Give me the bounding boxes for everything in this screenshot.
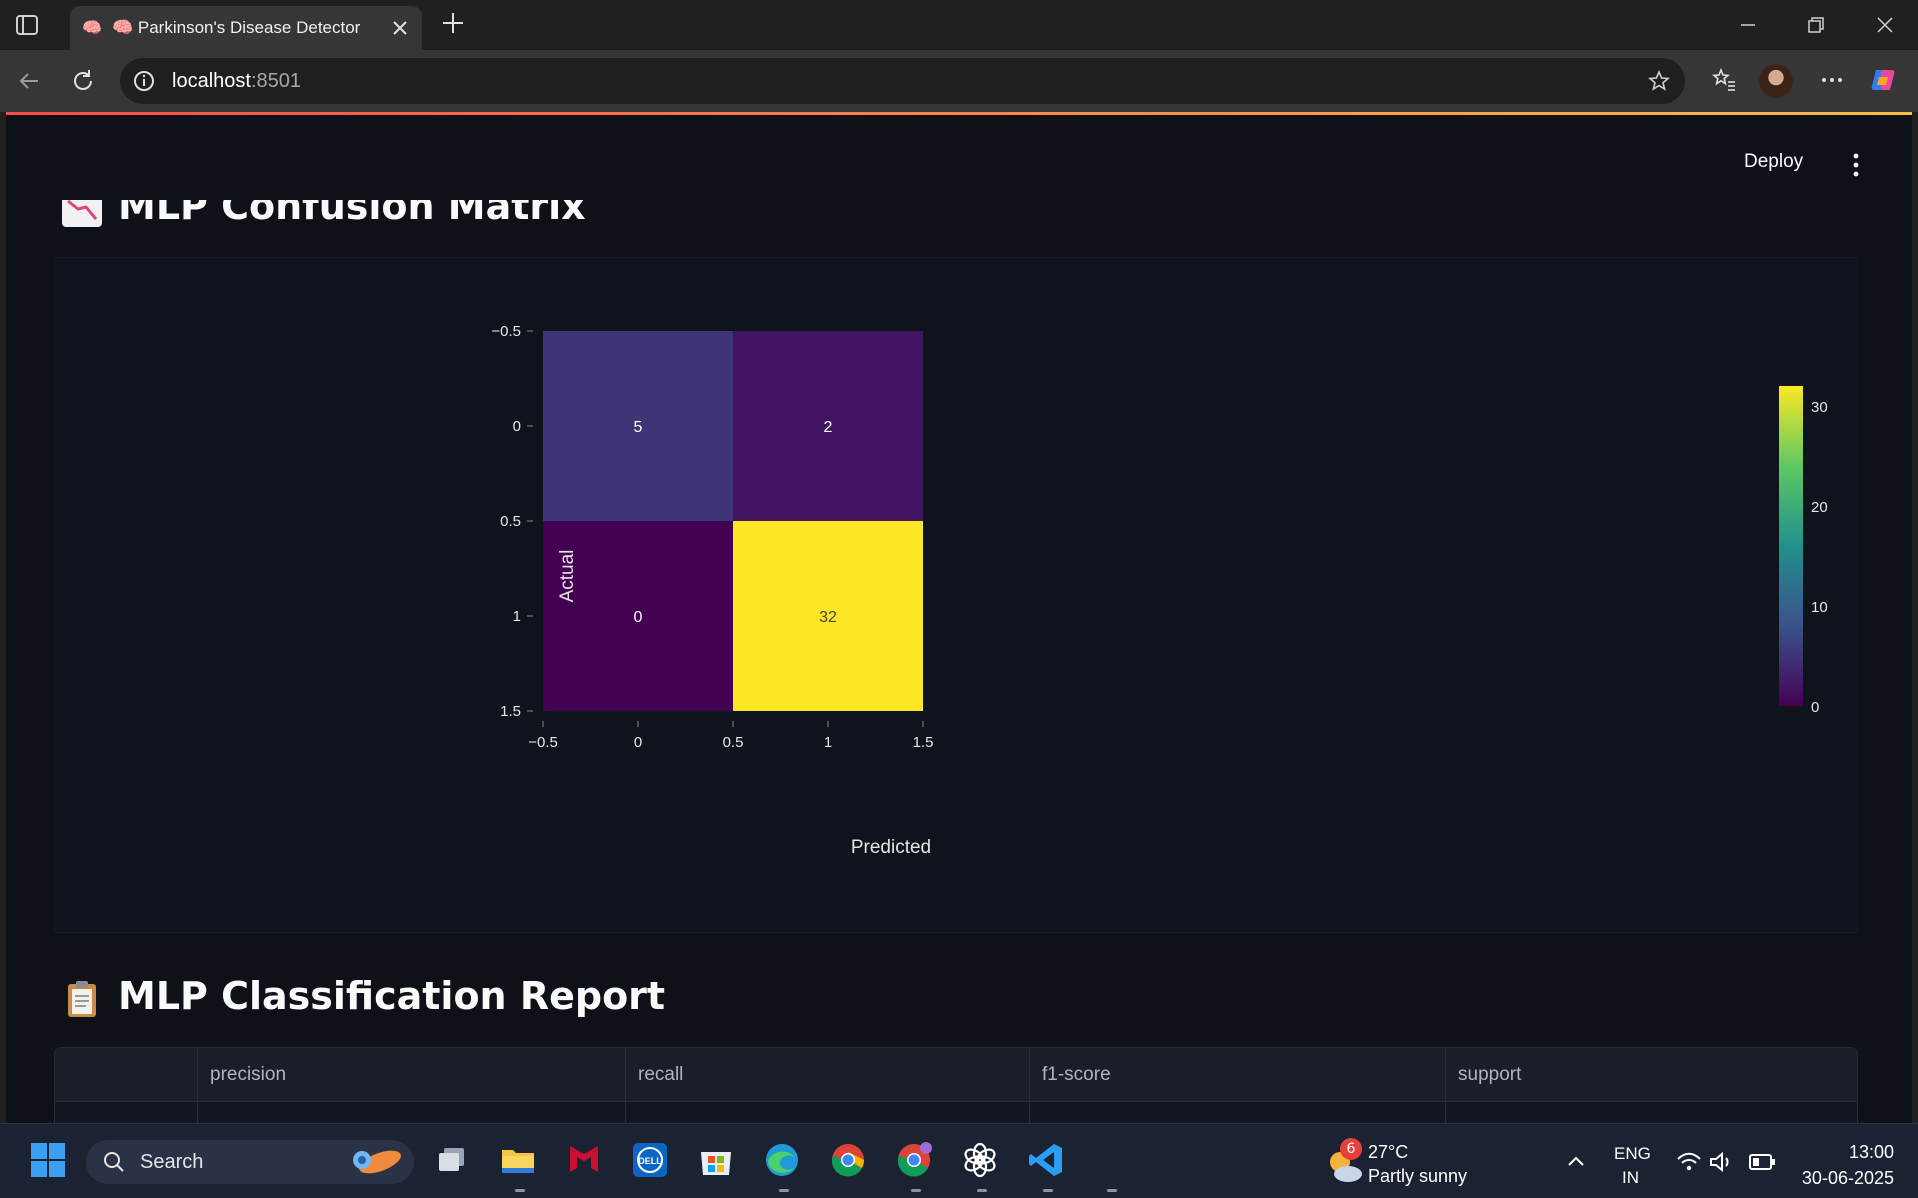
- running-indicator: [515, 1189, 525, 1192]
- heatmap-svg: 5 20 32 −0.5 0 0.5 1 1.5 −0.500.511.5 Predicte…: [491, 323, 1828, 858]
- battery-icon[interactable]: [1748, 1152, 1776, 1172]
- language-line2[interactable]: IN: [1622, 1168, 1639, 1188]
- more-options-icon[interactable]: [1817, 65, 1847, 95]
- cell-value-label: 0: [634, 609, 643, 626]
- favorites-icon[interactable]: [1709, 65, 1739, 95]
- refresh-icon[interactable]: [68, 66, 98, 96]
- tab-emoji-icon: 🧠: [112, 18, 138, 37]
- back-arrow-icon[interactable]: [14, 66, 44, 96]
- site-info-icon[interactable]: [132, 69, 156, 93]
- close-tab-icon[interactable]: [390, 18, 410, 38]
- colorbar-tick-label: 30: [1811, 399, 1828, 416]
- edge-browser-icon[interactable]: [762, 1140, 802, 1180]
- chrome-icon[interactable]: [828, 1140, 868, 1180]
- y-tick-label: 0: [513, 418, 521, 435]
- copilot-icon[interactable]: [1868, 65, 1898, 95]
- y-tick-label: 1: [513, 608, 521, 625]
- url-host: localhost: [172, 70, 251, 92]
- url-text: localhost:8501: [172, 70, 301, 92]
- tab-title: Parkinson's Disease Detector: [137, 18, 361, 37]
- microsoft-store-icon[interactable]: [696, 1140, 736, 1180]
- running-indicator: [779, 1189, 789, 1192]
- browser-tab-bar: 🧠 🧠 Parkinson's Disease Detector: [0, 0, 1918, 50]
- restore-icon[interactable]: [1803, 12, 1829, 38]
- y-axis-title: Actual: [557, 550, 578, 603]
- column-header-recall[interactable]: recall: [638, 1064, 683, 1086]
- main-menu-icon[interactable]: [1851, 153, 1861, 177]
- close-window-icon[interactable]: [1872, 12, 1898, 38]
- profile-avatar[interactable]: [1759, 64, 1793, 98]
- column-support[interactable]: support: [1445, 1048, 1857, 1123]
- volume-icon[interactable]: [1708, 1150, 1734, 1174]
- x-axis-title: Predicted: [851, 837, 931, 858]
- brain-icon: 🧠: [82, 18, 102, 37]
- cell-value-label: 32: [819, 609, 837, 626]
- sidebar-toggle-icon[interactable]: [14, 12, 40, 38]
- minimize-icon[interactable]: [1735, 12, 1761, 38]
- browser-tab[interactable]: 🧠 🧠 Parkinson's Disease Detector: [70, 6, 422, 50]
- colorbar-tick-label: 20: [1811, 499, 1828, 516]
- search-highlight-icon: [353, 1150, 401, 1174]
- task-view-icon[interactable]: [432, 1140, 472, 1180]
- mcafee-icon[interactable]: [564, 1140, 604, 1180]
- search-icon: [104, 1152, 124, 1172]
- clock-date[interactable]: 30-06-2025: [1798, 1168, 1894, 1189]
- cell-value-label: 2: [824, 419, 833, 436]
- deploy-button[interactable]: Deploy: [1744, 151, 1803, 173]
- classification-report-table[interactable]: precision recall f1-score support: [54, 1047, 1858, 1123]
- language-line1[interactable]: ENG: [1614, 1144, 1651, 1164]
- column-precision[interactable]: precision: [197, 1048, 625, 1123]
- colorbar-tick-label: 10: [1811, 599, 1828, 616]
- colorbar: [1779, 386, 1803, 706]
- chatgpt-icon[interactable]: [960, 1140, 1000, 1180]
- app-header: Deploy: [6, 115, 1912, 200]
- running-indicator: [911, 1189, 921, 1192]
- x-tick-label: −0.5: [528, 734, 558, 751]
- chrome-profile-icon[interactable]: [894, 1140, 934, 1180]
- clock-time[interactable]: 13:00: [1798, 1142, 1894, 1163]
- address-toolbar: localhost:8501: [0, 50, 1918, 112]
- column-header-f1-score[interactable]: f1-score: [1042, 1064, 1111, 1086]
- running-indicator: [1107, 1189, 1117, 1192]
- taskbar-search[interactable]: Search: [86, 1140, 414, 1184]
- dell-icon[interactable]: DELL: [630, 1140, 670, 1180]
- favorite-star-icon[interactable]: [1647, 69, 1671, 93]
- url-field[interactable]: localhost:8501: [120, 58, 1685, 104]
- wifi-icon[interactable]: [1676, 1150, 1702, 1174]
- weather-description[interactable]: Partly sunny: [1368, 1166, 1467, 1187]
- x-tick-label: 1.5: [913, 734, 934, 751]
- colorbar-tick-label: 0: [1811, 699, 1819, 716]
- column-header-precision[interactable]: precision: [210, 1064, 286, 1086]
- column-f1-score[interactable]: f1-score: [1029, 1048, 1445, 1123]
- streamlit-app: Deploy MLP Confusion Matrix 5 2 0 32 −0.5 0 0…: [6, 112, 1912, 1123]
- running-indicator: [977, 1189, 987, 1192]
- vscode-icon[interactable]: [1026, 1140, 1066, 1180]
- confusion-matrix-chart: 5 2 0 32 −0.5 0 0.5 1 1.5 −0.5 0 0.5 1 1.5 Predicte…: [54, 257, 1858, 933]
- column-header-support[interactable]: support: [1458, 1064, 1521, 1086]
- url-port: :8501: [250, 70, 301, 92]
- x-tick-label: 0: [634, 734, 642, 751]
- weather-badge: 6: [1340, 1138, 1362, 1160]
- x-tick-label: 0.5: [723, 734, 744, 751]
- classification-report-heading: MLP Classification Report: [60, 974, 665, 1019]
- new-tab-icon[interactable]: [440, 10, 466, 36]
- y-tick-label: −0.5: [491, 323, 521, 340]
- clipboard-icon: [68, 980, 96, 1017]
- weather-temperature[interactable]: 27°C: [1368, 1142, 1408, 1163]
- svg-text:DELL: DELL: [638, 1156, 662, 1166]
- search-label: Search: [140, 1151, 204, 1173]
- running-indicator: [1043, 1189, 1053, 1192]
- windows-taskbar: Search DELL 6 27°C Partly sunny ENG IN 1…: [0, 1123, 1918, 1198]
- column-recall[interactable]: recall: [625, 1048, 1029, 1123]
- windows-start-icon[interactable]: [28, 1140, 68, 1180]
- chevron-up-icon[interactable]: [1564, 1150, 1588, 1174]
- classification-report-title: MLP Classification Report: [118, 974, 666, 1018]
- cell-value-label: 5: [634, 419, 643, 436]
- file-explorer-icon[interactable]: [498, 1140, 538, 1180]
- x-tick-label: 1: [824, 734, 832, 751]
- y-tick-label: 0.5: [500, 513, 521, 530]
- y-tick-label: 1.5: [500, 703, 521, 720]
